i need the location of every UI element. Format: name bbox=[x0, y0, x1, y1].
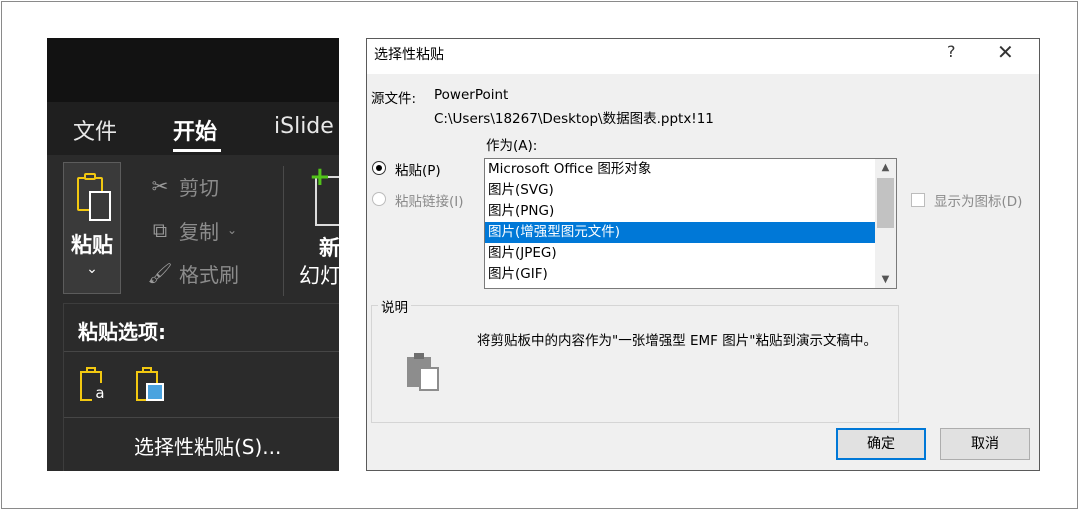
active-tab-indicator bbox=[173, 149, 221, 152]
scroll-up-icon[interactable]: ▲ bbox=[875, 159, 896, 176]
chevron-down-icon[interactable]: ⌄ bbox=[227, 223, 237, 237]
cancel-button[interactable]: 取消 bbox=[940, 428, 1030, 460]
display-as-icon-checkbox[interactable] bbox=[911, 193, 925, 207]
tab-home[interactable]: 开始 bbox=[173, 114, 217, 146]
scissors-icon: ✂ bbox=[151, 174, 169, 198]
paste-button[interactable]: 粘贴 ⌄ bbox=[63, 162, 121, 294]
menu-divider bbox=[64, 417, 339, 418]
list-item-selected[interactable]: 图片(增强型图元文件) bbox=[485, 222, 875, 243]
keep-text-only-icon[interactable]: a bbox=[78, 365, 108, 405]
paste-radio[interactable] bbox=[372, 161, 386, 175]
title-bar bbox=[47, 38, 339, 102]
paste-options-header: 粘贴选项: bbox=[78, 320, 166, 344]
format-painter-label: 格式刷 bbox=[179, 262, 239, 287]
help-icon[interactable]: ? bbox=[947, 42, 956, 61]
list-item[interactable]: 图片(GIF) bbox=[485, 264, 875, 285]
scroll-thumb[interactable] bbox=[877, 178, 894, 228]
dialog-body: 源文件: PowerPoint C:\Users\18267\Desktop\数… bbox=[367, 74, 1039, 470]
source-path: C:\Users\18267\Desktop\数据图表.pptx!11 bbox=[434, 111, 714, 127]
format-painter-icon: 🖌 bbox=[147, 261, 173, 285]
paste-picture-icon bbox=[407, 353, 443, 393]
description-group bbox=[371, 305, 899, 423]
description-title: 说明 bbox=[378, 296, 411, 316]
source-label: 源文件: bbox=[371, 91, 417, 107]
menu-divider bbox=[64, 351, 339, 352]
cut-button[interactable]: ✂ 剪切 bbox=[147, 172, 219, 200]
paste-link-radio-label[interactable]: 粘贴链接(I) bbox=[395, 190, 464, 210]
copy-icon: ⧉ bbox=[152, 218, 168, 242]
listbox-scrollbar[interactable]: ▲ ▼ bbox=[875, 159, 896, 288]
cut-label: 剪切 bbox=[179, 175, 219, 200]
format-painter-button[interactable]: 🖌 格式刷 bbox=[147, 259, 239, 287]
new-slide-label[interactable]: 新 bbox=[319, 232, 339, 262]
paste-radio-label[interactable]: 粘贴(P) bbox=[395, 159, 441, 179]
list-item[interactable]: 图片(PNG) bbox=[485, 201, 875, 222]
copy-button[interactable]: ⧉ 复制 ⌄ bbox=[147, 216, 237, 244]
paste-special-menu-item[interactable]: 选择性粘贴(S)... bbox=[134, 431, 281, 460]
source-app: PowerPoint bbox=[434, 87, 509, 103]
tab-file[interactable]: 文件 bbox=[73, 114, 117, 146]
group-divider bbox=[283, 166, 284, 296]
list-item[interactable]: Microsoft Office 图形对象 bbox=[485, 159, 875, 180]
scroll-down-icon[interactable]: ▼ bbox=[875, 271, 896, 288]
dialog-title: 选择性粘贴 bbox=[374, 47, 444, 63]
clipboard-clip-icon bbox=[84, 173, 96, 180]
plus-icon: + bbox=[309, 162, 331, 192]
picture-icon[interactable] bbox=[134, 365, 164, 405]
close-icon[interactable]: ✕ bbox=[997, 40, 1014, 64]
list-item[interactable]: 图片(JPEG) bbox=[485, 243, 875, 264]
copy-label: 复制 bbox=[179, 219, 219, 244]
as-label: 作为(A): bbox=[486, 138, 538, 154]
list-item[interactable]: 图片(SVG) bbox=[485, 180, 875, 201]
ribbon-panel: 文件 开始 iSlide 粘贴 ⌄ ✂ 剪切 ⧉ 复制 ⌄ 🖌 格式刷 + 新 … bbox=[47, 38, 339, 471]
tab-islide[interactable]: iSlide bbox=[274, 114, 334, 139]
chevron-down-icon[interactable]: ⌄ bbox=[64, 261, 120, 277]
paste-sheet-icon bbox=[89, 191, 111, 221]
paste-special-dialog: 选择性粘贴 ? ✕ 源文件: PowerPoint C:\Users\18267… bbox=[366, 38, 1040, 471]
description-text: 将剪贴板中的内容作为"一张增强型 EMF 图片"粘贴到演示文稿中。 bbox=[477, 333, 877, 349]
new-slide-label-2[interactable]: 幻灯 bbox=[299, 260, 339, 290]
display-as-icon-label[interactable]: 显示为图标(D) bbox=[934, 190, 1022, 210]
paste-options-menu: 粘贴选项: a 选择性粘贴(S)... bbox=[63, 303, 339, 471]
ok-button[interactable]: 确定 bbox=[836, 428, 926, 460]
paste-link-radio[interactable] bbox=[372, 192, 386, 206]
as-listbox[interactable]: Microsoft Office 图形对象 图片(SVG) 图片(PNG) 图片… bbox=[484, 158, 897, 289]
paste-label: 粘贴 bbox=[71, 233, 113, 257]
